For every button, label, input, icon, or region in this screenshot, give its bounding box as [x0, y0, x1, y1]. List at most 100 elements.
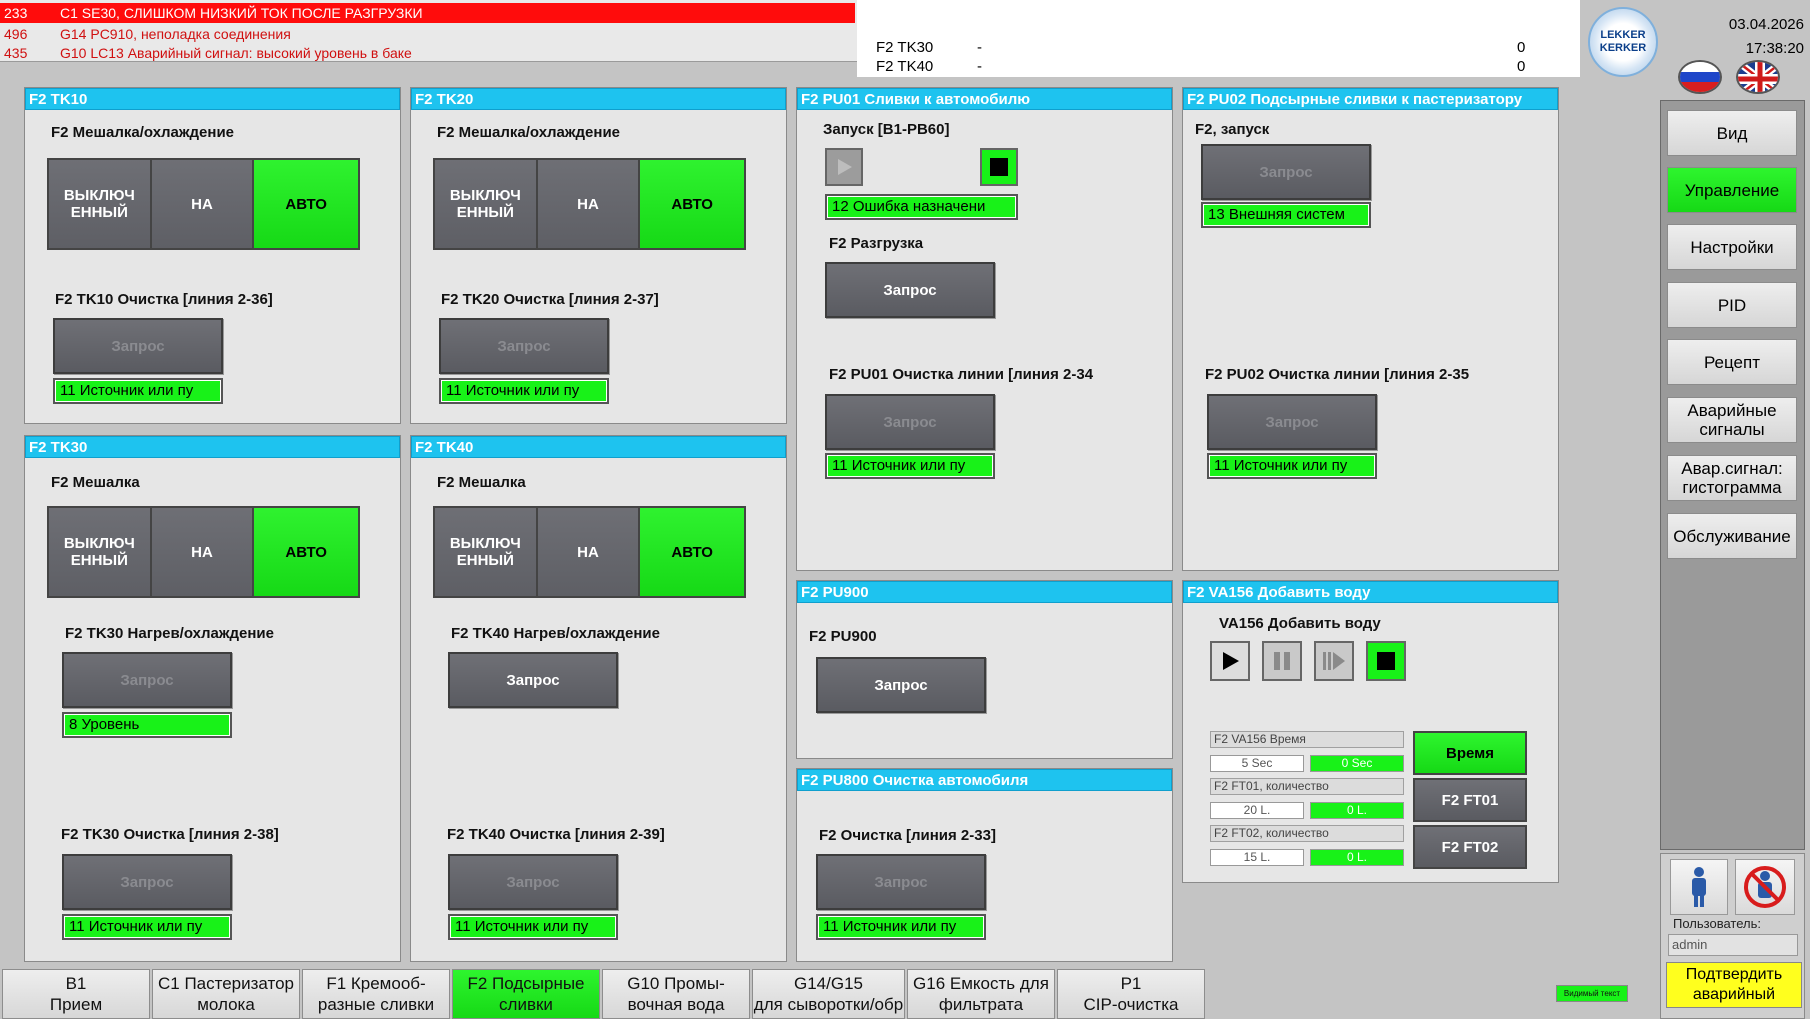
pause-icon[interactable] [1262, 641, 1302, 681]
cleaning-request-button[interactable]: Запрос [825, 394, 995, 450]
stop-icon[interactable] [1366, 641, 1406, 681]
cleaning-label: F2 Очистка [линия 2-33] [819, 827, 996, 844]
login-button[interactable] [1670, 859, 1728, 915]
nav-alarm-histogram-button[interactable]: Авар.сигнал: гистограмма [1667, 455, 1797, 501]
pu900-request-button[interactable]: Запрос [816, 657, 986, 713]
time-field-label: F2 VA156 Время [1210, 731, 1404, 748]
cleaning-request-button[interactable]: Запрос [448, 854, 618, 910]
heating-request-button[interactable]: Запрос [448, 652, 618, 708]
mode-on-button[interactable]: НА [151, 160, 255, 248]
status-text: 11 Источник или пу [64, 916, 230, 938]
mode-auto-button[interactable]: АВТО [640, 508, 744, 596]
nav-pid-button[interactable]: PID [1667, 282, 1797, 328]
mode-on-button[interactable]: НА [537, 160, 641, 248]
mode-auto-button[interactable]: АВТО [254, 508, 358, 596]
alarm-text: G14 PC910, неполадка соединения [60, 26, 291, 42]
tab-label: G16 Емкость для фильтрата [913, 974, 1049, 1014]
tab-p1[interactable]: P1 CIP-очистка [1057, 969, 1205, 1019]
info-row: F2 TK30 - 0 [867, 39, 1577, 58]
mode-off-button[interactable]: ВЫКЛЮЧ ЕННЫЙ [435, 160, 538, 248]
english-flag-icon[interactable] [1736, 60, 1780, 94]
mixer-mode-switch[interactable]: ВЫКЛЮЧ ЕННЫЙ НА АВТО [47, 158, 360, 250]
alarm-row[interactable]: 233 C1 SE30, СЛИШКОМ НИЗКИЙ ТОК ПОСЛЕ РАЗ… [0, 3, 855, 23]
cleaning-status: 11 Источник или пу [53, 378, 223, 404]
va156-label: VA156 Добавить воду [1219, 615, 1381, 632]
start-request-button[interactable]: Запрос [1201, 144, 1371, 200]
heating-label: F2 TK30 Нагрев/охлаждение [65, 625, 274, 642]
play-icon[interactable] [825, 148, 863, 186]
mode-off-button[interactable]: ВЫКЛЮЧ ЕННЫЙ [49, 508, 152, 596]
tab-f2[interactable]: F2 Подсырные сливки [452, 969, 600, 1019]
status-text: 13 Внешняя систем [1203, 204, 1369, 226]
panel-tk20: F2 TK20 F2 Мешалка/охлаждение ВЫКЛЮЧ ЕНН… [410, 87, 787, 424]
panel-title: F2 TK20 [411, 88, 786, 110]
mode-on-button[interactable]: НА [537, 508, 641, 596]
tab-c1[interactable]: C1 Пастеризатор молока [152, 969, 300, 1019]
heating-request-button[interactable]: Запрос [62, 652, 232, 708]
info-dash: - [977, 58, 982, 75]
start-label: F2, запуск [1195, 121, 1270, 138]
status-text: 11 Источник или пу [55, 380, 221, 402]
ft01-setpoint-input[interactable]: 20 L. [1210, 802, 1304, 819]
cleaning-request-button[interactable]: Запрос [1207, 394, 1377, 450]
panel-title: F2 PU800 Очистка автомобиля [797, 769, 1172, 791]
play-icon[interactable] [1210, 641, 1250, 681]
alarm-list[interactable]: 233 C1 SE30, СЛИШКОМ НИЗКИЙ ТОК ПОСЛЕ РАЗ… [0, 0, 857, 62]
mixer-label: F2 Мешалка/охлаждение [437, 124, 621, 141]
ft02-setpoint-input[interactable]: 15 L. [1210, 849, 1304, 866]
tab-label: P1 CIP-очистка [1083, 974, 1179, 1014]
panel-title: F2 PU900 [797, 581, 1172, 603]
time-mode-button[interactable]: Время [1413, 731, 1527, 775]
tab-g10[interactable]: G10 Промы-вочная вода [602, 969, 750, 1019]
info-name: F2 TK40 [876, 58, 934, 75]
tab-g14[interactable]: G14/G15 для сыворотки/обр [752, 969, 905, 1019]
mode-off-button[interactable]: ВЫКЛЮЧ ЕННЫЙ [435, 508, 538, 596]
stop-icon[interactable] [980, 148, 1018, 186]
mode-on-button[interactable]: НА [151, 508, 255, 596]
logout-user-icon [1744, 866, 1786, 908]
mixer-mode-switch[interactable]: ВЫКЛЮЧ ЕННЫЙ НА АВТО [433, 506, 746, 598]
russian-flag-icon[interactable] [1678, 60, 1722, 94]
cleaning-request-button[interactable]: Запрос [816, 854, 986, 910]
mode-auto-button[interactable]: АВТО [640, 160, 744, 248]
cleaning-label: F2 TK20 Очистка [линия 2-37] [441, 291, 659, 308]
tab-f1[interactable]: F1 Кремооб-разные сливки [302, 969, 450, 1019]
panel-tk10: F2 TK10 F2 Мешалка/охлаждение ВЫКЛЮЧ ЕНН… [24, 87, 401, 424]
nav-view-button[interactable]: Вид [1667, 110, 1797, 156]
logout-button[interactable] [1735, 859, 1795, 915]
mixer-mode-switch[interactable]: ВЫКЛЮЧ ЕННЫЙ НА АВТО [433, 158, 746, 250]
tab-label: B1 Прием [49, 974, 103, 1014]
tab-g16[interactable]: G16 Емкость для фильтрата [907, 969, 1055, 1019]
info-row: F2 TK40 - 0 [867, 58, 1577, 77]
alarm-row[interactable]: 435 G10 LC13 Аварийный сигнал: высокий ур… [0, 43, 855, 63]
user-name-field[interactable]: admin [1668, 934, 1798, 956]
company-logo: LEKKER KERKER [1588, 7, 1658, 77]
cleaning-label: F2 TK40 Очистка [линия 2-39] [447, 826, 665, 843]
mode-off-button[interactable]: ВЫКЛЮЧ ЕННЫЙ [49, 160, 152, 248]
nav-settings-button[interactable]: Настройки [1667, 224, 1797, 270]
tab-label: G10 Промы-вочная вода [627, 974, 725, 1014]
status-text: 8 Уровень [64, 714, 230, 736]
unload-request-button[interactable]: Запрос [825, 262, 995, 318]
tab-b1[interactable]: B1 Прием [2, 969, 150, 1019]
cleaning-status: 11 Источник или пу [1207, 453, 1377, 479]
time-setpoint-input[interactable]: 5 Sec [1210, 755, 1304, 772]
info-dash: - [977, 39, 982, 56]
confirm-alarm-button[interactable]: Подтвердить аварийный сигнал [1666, 962, 1802, 1008]
unload-label: F2 Разгрузка [829, 235, 924, 252]
nav-maintenance-button[interactable]: Обслуживание [1667, 513, 1797, 559]
nav-recipe-button[interactable]: Рецепт [1667, 339, 1797, 385]
step-icon[interactable] [1314, 641, 1354, 681]
alarm-row[interactable]: 496 G14 PC910, неполадка соединения [0, 24, 855, 44]
ft01-mode-button[interactable]: F2 FT01 [1413, 778, 1527, 822]
mixer-mode-switch[interactable]: ВЫКЛЮЧ ЕННЫЙ НА АВТО [47, 506, 360, 598]
cleaning-request-button[interactable]: Запрос [62, 854, 232, 910]
ft02-mode-button[interactable]: F2 FT02 [1413, 825, 1527, 869]
panel-title: F2 TK30 [25, 436, 400, 458]
cleaning-request-button[interactable]: Запрос [53, 318, 223, 374]
nav-alarms-button[interactable]: Аварийные сигналы [1667, 397, 1797, 443]
alarm-text: G10 LC13 Аварийный сигнал: высокий урове… [60, 45, 412, 61]
mode-auto-button[interactable]: АВТО [254, 160, 358, 248]
nav-control-button[interactable]: Управление [1667, 167, 1797, 213]
cleaning-request-button[interactable]: Запрос [439, 318, 609, 374]
